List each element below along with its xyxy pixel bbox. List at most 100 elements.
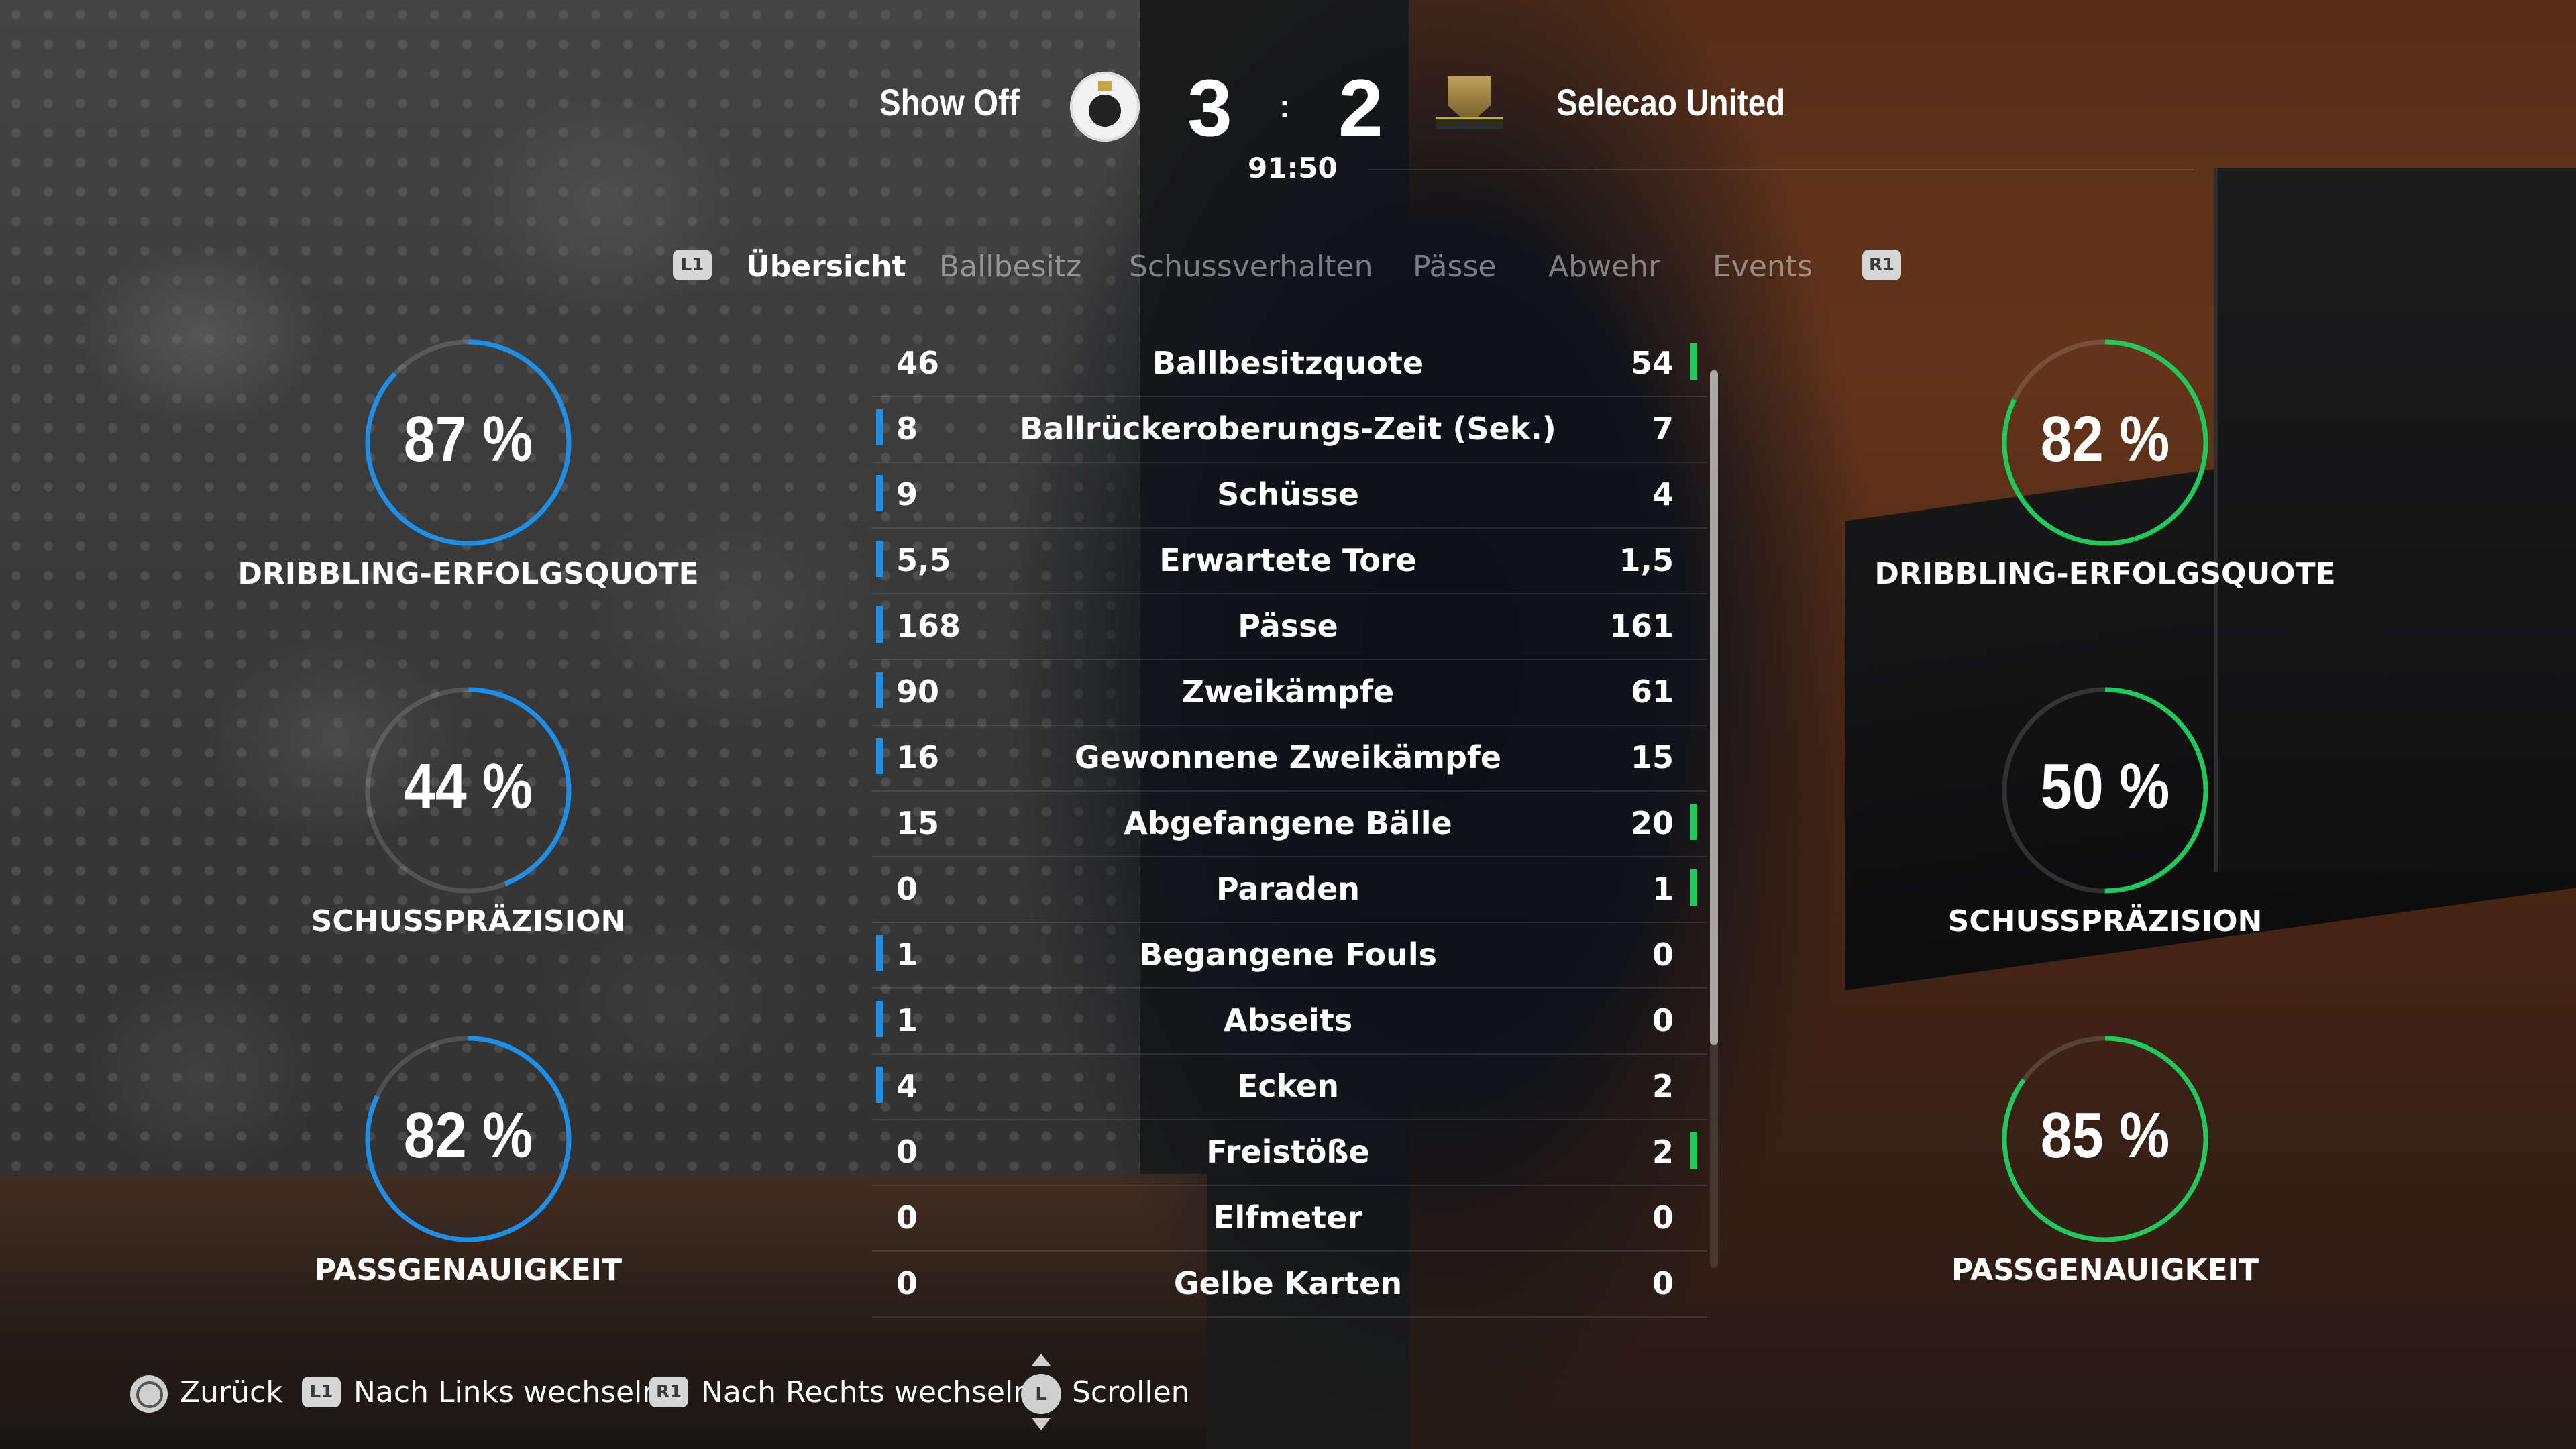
home-stat-value: 4 xyxy=(896,1068,918,1104)
home-stat-value: 90 xyxy=(896,674,940,710)
away-stat-value: 7 xyxy=(1652,411,1674,447)
away-team-crest-icon xyxy=(1436,72,1503,137)
score-separator: : xyxy=(1279,89,1290,125)
ring-label: DRIBBLING-ERFOLGSQUOTE xyxy=(1874,557,2336,591)
home-stat-value: 168 xyxy=(896,608,961,644)
stat-label: Gelbe Karten xyxy=(1173,1265,1403,1301)
ring-percentage: 50 % xyxy=(2040,751,2170,822)
stat-ring: 44 % SCHUSSPRÄZISION xyxy=(233,683,703,985)
scroll-hint-label[interactable]: Scrollen xyxy=(1072,1375,1190,1409)
home-team-name: Show Off xyxy=(879,81,1020,123)
away-stat-value: 0 xyxy=(1652,1265,1674,1301)
stat-row: 1 Abseits 0 xyxy=(872,987,1707,1055)
home-leader-bar xyxy=(876,409,883,445)
stat-label: Zweikämpfe xyxy=(1181,674,1395,710)
ring-percentage: 82 % xyxy=(2040,403,2170,475)
stat-label: Ballrückeroberungs-Zeit (Sek.) xyxy=(1020,411,1556,447)
home-stat-value: 1 xyxy=(896,1002,918,1038)
circle-button-icon[interactable] xyxy=(130,1375,168,1413)
ring-label: DRIBBLING-ERFOLGSQUOTE xyxy=(237,557,699,591)
r1-button-icon[interactable]: R1 xyxy=(1862,250,1901,280)
ring-percentage: 44 % xyxy=(403,751,533,822)
home-stat-value: 9 xyxy=(896,476,918,513)
tab-abwehr[interactable]: Abwehr xyxy=(1548,250,1660,284)
stat-row: 0 Paraden 1 xyxy=(872,856,1707,923)
ring-percentage: 87 % xyxy=(403,403,533,475)
away-stat-value: 61 xyxy=(1630,674,1674,710)
stat-label: Abgefangene Bälle xyxy=(1124,805,1452,841)
away-stat-value: 4 xyxy=(1652,476,1674,513)
away-leader-bar xyxy=(1690,343,1697,380)
ring-label: SCHUSSPRÄZISION xyxy=(311,904,626,938)
scroll-down-arrow-icon xyxy=(1032,1418,1051,1430)
stat-label: Pässe xyxy=(1238,608,1338,644)
home-stat-value: 15 xyxy=(896,805,940,841)
away-team-name: Selecao United xyxy=(1556,81,1786,123)
home-score: 3 xyxy=(1187,63,1232,153)
stat-label: Paraden xyxy=(1216,871,1360,907)
home-team-crest-icon xyxy=(1070,72,1140,142)
stat-ring: 82 % DRIBBLING-ERFOLGSQUOTE xyxy=(1870,335,2340,637)
away-stat-value: 0 xyxy=(1652,1002,1674,1038)
stat-row: 1 Begangene Fouls 0 xyxy=(872,922,1707,989)
ring-label: PASSGENAUIGKEIT xyxy=(314,1253,623,1287)
stat-label: Abseits xyxy=(1223,1002,1353,1038)
stat-row: 5,5 Erwartete Tore 1,5 xyxy=(872,527,1707,594)
tab-schussverhalten[interactable]: Schussverhalten xyxy=(1129,250,1373,284)
stat-ring: 87 % DRIBBLING-ERFOLGSQUOTE xyxy=(233,335,703,637)
stat-label: Gewonnene Zweikämpfe xyxy=(1074,739,1502,775)
away-stat-value: 0 xyxy=(1652,1199,1674,1236)
back-hint-label[interactable]: Zurück xyxy=(180,1375,283,1409)
ring-label: SCHUSSPRÄZISION xyxy=(1947,904,2263,938)
stat-label: Ecken xyxy=(1237,1068,1339,1104)
stat-label: Freistöße xyxy=(1206,1134,1370,1170)
home-stat-value: 16 xyxy=(896,739,940,775)
tab-events[interactable]: Events xyxy=(1713,250,1813,284)
header-divider xyxy=(1368,169,2194,170)
tab-ballbesitz[interactable]: Ballbesitz xyxy=(939,250,1081,284)
r1-hint-icon[interactable]: R1 xyxy=(649,1377,688,1407)
tab-paesse[interactable]: Pässe xyxy=(1413,250,1496,284)
stat-ring: 50 % SCHUSSPRÄZISION xyxy=(1870,683,2340,985)
stat-label: Ballbesitzquote xyxy=(1152,345,1424,381)
stat-label: Elfmeter xyxy=(1213,1199,1363,1236)
stat-row: 0 Gelbe Karten 0 xyxy=(872,1250,1707,1318)
home-leader-bar xyxy=(876,935,883,971)
stat-row: 46 Ballbesitzquote 54 xyxy=(872,330,1707,397)
stat-row: 4 Ecken 2 xyxy=(872,1053,1707,1120)
scroll-up-arrow-icon xyxy=(1032,1354,1051,1366)
away-score: 2 xyxy=(1338,63,1383,153)
home-leader-bar xyxy=(876,541,883,577)
stat-row: 90 Zweikämpfe 61 xyxy=(872,659,1707,726)
home-stat-value: 0 xyxy=(896,1134,918,1170)
stat-row: 0 Freistöße 2 xyxy=(872,1119,1707,1186)
stat-row: 168 Pässe 161 xyxy=(872,593,1707,660)
away-stat-value: 161 xyxy=(1609,608,1674,644)
away-leader-bar xyxy=(1690,1132,1697,1169)
away-stat-value: 54 xyxy=(1630,345,1674,381)
away-stat-value: 1,5 xyxy=(1619,542,1674,578)
home-stat-value: 0 xyxy=(896,1265,918,1301)
stat-row: 15 Abgefangene Bälle 20 xyxy=(872,790,1707,857)
match-clock: 91:50 xyxy=(1248,152,1338,184)
away-stat-value: 20 xyxy=(1630,805,1674,841)
stat-label: Erwartete Tore xyxy=(1159,542,1417,578)
scoreboard: Show Off 3 : 2 Selecao United 91:50 xyxy=(0,54,2576,201)
home-stat-value: 1 xyxy=(896,936,918,973)
l1-hint-icon[interactable]: L1 xyxy=(302,1377,341,1407)
home-leader-bar xyxy=(876,475,883,511)
home-leader-bar xyxy=(876,672,883,708)
away-leader-bar xyxy=(1690,804,1697,840)
ring-percentage: 82 % xyxy=(403,1099,533,1171)
stats-scrollbar-thumb[interactable] xyxy=(1710,370,1718,1045)
home-leader-bar xyxy=(876,606,883,643)
home-leader-bar xyxy=(876,1001,883,1037)
tab-uebersicht[interactable]: Übersicht xyxy=(746,250,906,284)
switch-right-hint-label[interactable]: Nach Rechts wechseln xyxy=(701,1375,1032,1409)
home-stat-value: 8 xyxy=(896,411,918,447)
l1-button-icon[interactable]: L1 xyxy=(673,250,712,280)
away-stat-value: 2 xyxy=(1652,1134,1674,1170)
home-leader-bar xyxy=(876,1067,883,1103)
left-stick-icon[interactable]: L xyxy=(1021,1374,1061,1414)
switch-left-hint-label[interactable]: Nach Links wechseln xyxy=(354,1375,661,1409)
